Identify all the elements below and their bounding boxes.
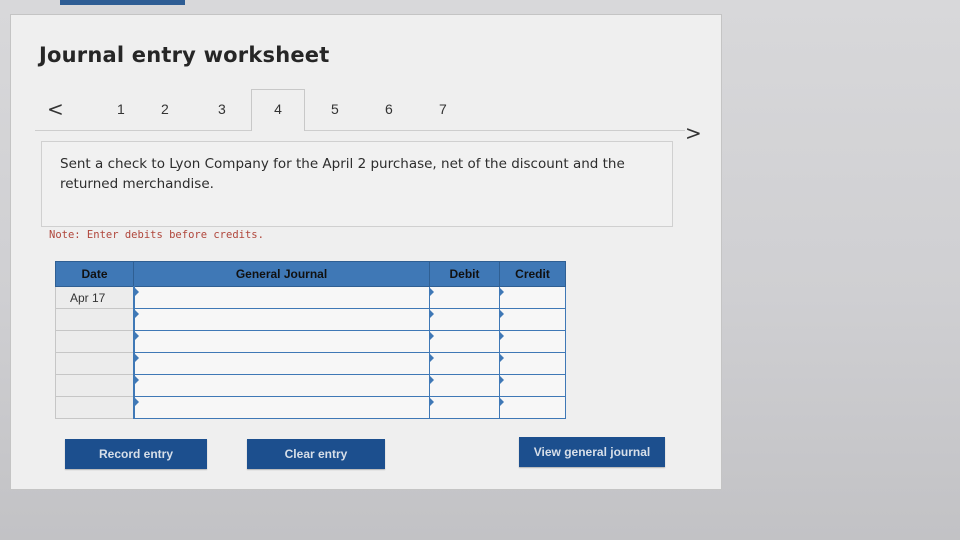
date-cell — [55, 396, 135, 419]
general-journal-table: Date General Journal Debit Credit Apr 17 — [55, 261, 566, 419]
account-input[interactable] — [133, 286, 430, 309]
date-cell — [55, 374, 135, 397]
credit-input[interactable] — [499, 352, 566, 375]
account-input[interactable] — [133, 374, 430, 397]
entry-tab-bar: < 1 2 3 4 5 6 7 > — [35, 89, 702, 143]
account-input[interactable] — [133, 308, 430, 331]
credit-input[interactable] — [499, 286, 566, 309]
previous-entry-icon[interactable]: < — [47, 99, 64, 119]
debit-input[interactable] — [429, 352, 500, 375]
top-edge-strip — [60, 0, 185, 5]
view-general-journal-button[interactable]: View general journal — [519, 437, 665, 467]
journal-row — [55, 330, 566, 353]
tab-entry-6[interactable]: 6 — [385, 101, 393, 117]
date-cell — [55, 308, 135, 331]
journal-row — [55, 396, 566, 419]
tab-entry-1[interactable]: 1 — [117, 101, 125, 117]
account-input[interactable] — [133, 396, 430, 419]
date-cell: Apr 17 — [55, 286, 135, 309]
debit-credit-note: Note: Enter debits before credits. — [49, 229, 264, 241]
tab-entry-4[interactable]: 4 — [251, 89, 305, 131]
tab-entry-2[interactable]: 2 — [161, 101, 169, 117]
credit-input[interactable] — [499, 396, 566, 419]
tab-divider — [35, 130, 685, 131]
credit-input[interactable] — [499, 374, 566, 397]
credit-input[interactable] — [499, 308, 566, 331]
worksheet-title: Journal entry worksheet — [39, 43, 330, 67]
tab-entry-5[interactable]: 5 — [331, 101, 339, 117]
tab-entry-7[interactable]: 7 — [439, 101, 447, 117]
general-journal-column-header: General Journal — [133, 261, 430, 287]
journal-header-row: Date General Journal Debit Credit — [55, 261, 566, 287]
account-input[interactable] — [133, 352, 430, 375]
debit-input[interactable] — [429, 374, 500, 397]
journal-row: Apr 17 — [55, 286, 566, 309]
date-column-header: Date — [55, 261, 134, 287]
date-cell — [55, 352, 135, 375]
clear-entry-button[interactable]: Clear entry — [247, 439, 385, 469]
transaction-description: Sent a check to Lyon Company for the Apr… — [41, 141, 673, 227]
date-cell — [55, 330, 135, 353]
worksheet-panel: Journal entry worksheet < 1 2 3 4 5 6 7 … — [10, 14, 722, 490]
journal-row — [55, 374, 566, 397]
journal-row — [55, 308, 566, 331]
journal-row — [55, 352, 566, 375]
credit-column-header: Credit — [499, 261, 566, 287]
next-entry-icon[interactable]: > — [685, 123, 702, 143]
account-input[interactable] — [133, 330, 430, 353]
debit-input[interactable] — [429, 286, 500, 309]
credit-input[interactable] — [499, 330, 566, 353]
record-entry-button[interactable]: Record entry — [65, 439, 207, 469]
tab-entry-3[interactable]: 3 — [218, 101, 226, 117]
debit-input[interactable] — [429, 308, 500, 331]
debit-input[interactable] — [429, 396, 500, 419]
debit-column-header: Debit — [429, 261, 500, 287]
debit-input[interactable] — [429, 330, 500, 353]
